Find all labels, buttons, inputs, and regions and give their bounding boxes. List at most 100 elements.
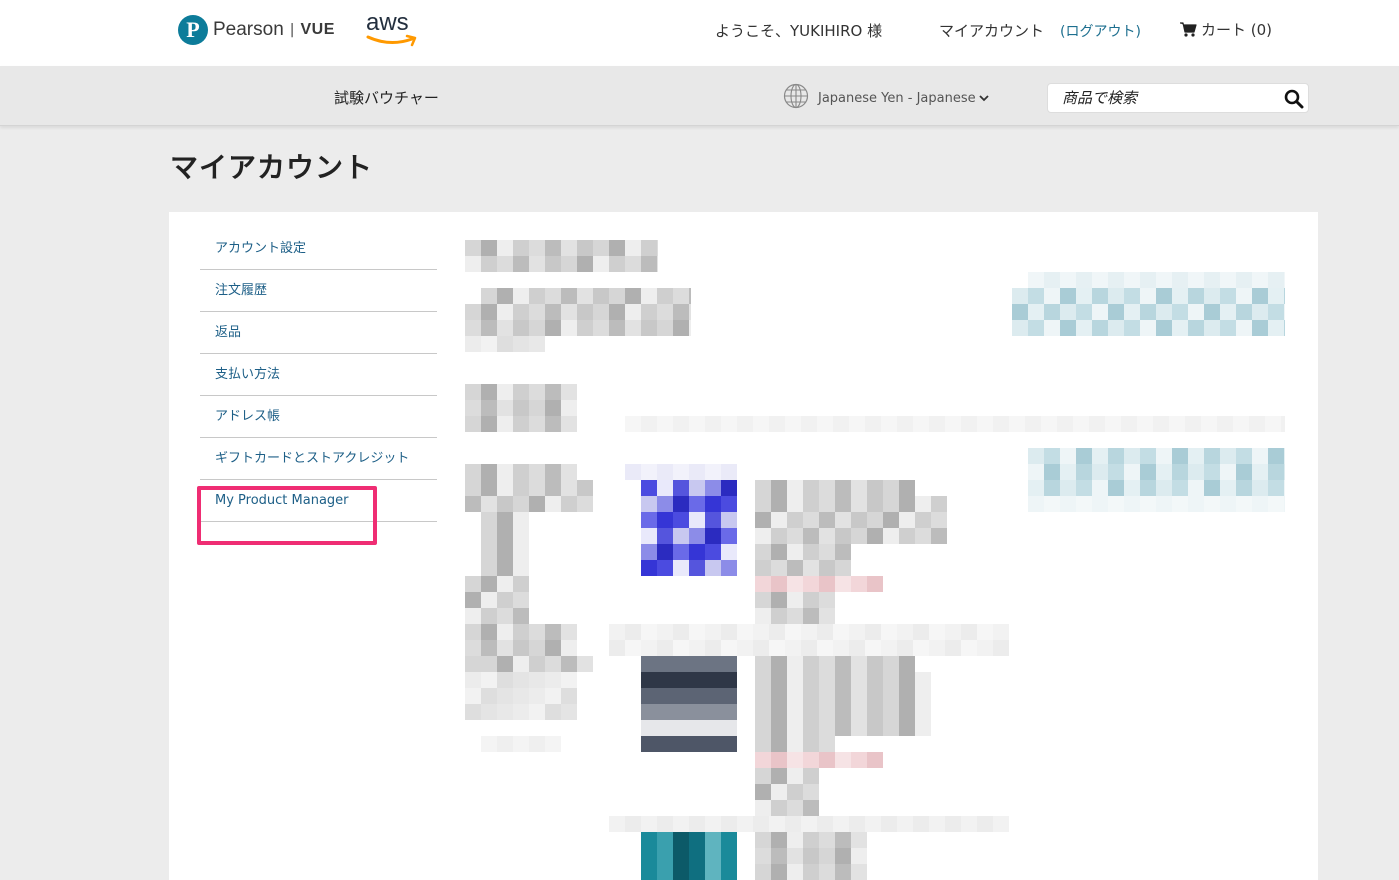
- sidebar-item-address-book[interactable]: アドレス帳: [200, 396, 437, 438]
- search-icon[interactable]: [1284, 89, 1304, 109]
- pixelated-cell: [769, 624, 785, 640]
- pixelated-cell: [1121, 416, 1137, 432]
- pixelated-cell: [1252, 448, 1268, 464]
- pixelated-cell: [833, 640, 849, 656]
- pixelated-cell: [721, 848, 737, 864]
- pixelated-cell: [851, 512, 867, 528]
- pixelated-cell: [897, 640, 913, 656]
- pixelated-cell: [465, 640, 481, 656]
- pixelated-cell: [689, 688, 705, 704]
- pixelated-cell: [561, 656, 577, 672]
- pixelated-cell: [497, 496, 513, 512]
- pixelated-cell: [721, 672, 737, 688]
- pixelated-cell: [1172, 480, 1188, 496]
- pixelated-cell: [803, 576, 819, 592]
- pixelated-cell: [1268, 464, 1284, 480]
- cart-link[interactable]: カート (0): [1180, 19, 1272, 40]
- pixelated-cell: [721, 496, 737, 512]
- pixelated-cell: [641, 816, 657, 832]
- pixelated-cell: [481, 240, 497, 256]
- sidebar-item-payment-methods[interactable]: 支払い方法: [200, 354, 437, 396]
- pixelated-cell: [1236, 464, 1252, 480]
- pixelated-cell: [1060, 272, 1076, 288]
- pixelated-cell: [771, 768, 787, 784]
- pixelated-cell: [929, 640, 945, 656]
- pixelated-cell: [1057, 416, 1073, 432]
- pixelated-cell: [753, 416, 769, 432]
- search-input[interactable]: [1062, 88, 1272, 108]
- pixelated-cell: [881, 416, 897, 432]
- pixelated-cell: [529, 320, 545, 336]
- pixelated-cell: [771, 832, 787, 848]
- pixelated-cell: [1268, 272, 1284, 288]
- sidebar-item-order-history[interactable]: 注文履歴: [200, 270, 437, 312]
- pixelated-cell: [529, 336, 545, 352]
- pixelated-cell: [657, 256, 658, 272]
- pixelated-cell: [497, 656, 513, 672]
- pixelated-cell: [497, 592, 513, 608]
- pixelated-cell: [641, 688, 657, 704]
- pixelated-cell: [529, 416, 545, 432]
- pixelated-cell: [899, 720, 915, 736]
- pixelated-cell: [1012, 320, 1028, 336]
- pixelated-cell: [641, 656, 657, 672]
- pixelated-cell: [835, 864, 851, 880]
- sidebar-item-account-settings[interactable]: アカウント設定: [200, 228, 437, 270]
- pixelated-cell: [977, 416, 993, 432]
- nav-exam-voucher[interactable]: 試験バウチャー: [334, 87, 439, 108]
- pixelated-cell: [705, 704, 721, 720]
- pixelated-cell: [513, 496, 529, 512]
- pixelated-cell: [1041, 416, 1057, 432]
- pixelated-cell: [481, 480, 497, 496]
- pixelated-cell: [1076, 288, 1092, 304]
- pixelated-cell: [641, 640, 657, 656]
- pixelated-cell: [625, 416, 641, 432]
- pixelated-cell: [481, 288, 497, 304]
- pixelated-cell: [1108, 288, 1124, 304]
- pixelated-cell: [1108, 496, 1124, 512]
- pixelated-cell: [769, 640, 785, 656]
- pixelated-cell: [673, 848, 689, 864]
- my-account-link[interactable]: マイアカウント: [939, 20, 1044, 41]
- pixelated-cell: [721, 704, 737, 720]
- pearson-logo-icon: P: [178, 15, 208, 45]
- pixelated-cell: [1108, 464, 1124, 480]
- pixelated-cell: [899, 704, 915, 720]
- pixelated-cell: [851, 528, 867, 544]
- pixelated-cell: [881, 624, 897, 640]
- currency-language-selector[interactable]: Japanese Yen - Japanese: [818, 91, 989, 106]
- pixelated-cell: [1204, 464, 1220, 480]
- pixelated-cell: [657, 480, 673, 496]
- sidebar-item-gift-cards[interactable]: ギフトカードとストアクレジット: [200, 438, 437, 480]
- logout-link[interactable]: (ログアウト): [1060, 21, 1141, 41]
- pixelated-cell: [929, 416, 945, 432]
- aws-logo[interactable]: aws: [366, 10, 420, 50]
- pixelated-cell: [529, 240, 545, 256]
- pixelated-cell: [835, 512, 851, 528]
- pixelated-cell: [1188, 464, 1204, 480]
- pixelated-cell: [785, 816, 801, 832]
- pixelated-cell: [913, 416, 929, 432]
- pixelated-cell: [497, 672, 513, 688]
- pixelated-cell: [513, 512, 529, 528]
- pixelated-cell: [497, 416, 513, 432]
- pixelated-cell: [755, 560, 771, 576]
- pearson-vue-logo[interactable]: P Pearson | VUE: [178, 14, 335, 46]
- pixelated-cell: [755, 720, 771, 736]
- sidebar-item-returns[interactable]: 返品: [200, 312, 437, 354]
- pixelated-cell: [755, 704, 771, 720]
- pixelated-cell: [513, 672, 529, 688]
- pixelated-cell: [641, 560, 657, 576]
- pixelated-cell: [481, 560, 497, 576]
- pixelated-cell: [1028, 448, 1044, 464]
- pixelated-cell: [819, 864, 835, 880]
- pixelated-cell: [1076, 448, 1092, 464]
- pixelated-cell: [529, 496, 545, 512]
- pixelated-cell: [915, 512, 931, 528]
- pixelated-cell: [561, 704, 577, 720]
- pixelated-cell: [481, 416, 497, 432]
- pixelated-cell: [673, 480, 689, 496]
- pixelated-cell: [1284, 448, 1285, 464]
- pixelated-cell: [641, 704, 657, 720]
- pixelated-cell: [803, 528, 819, 544]
